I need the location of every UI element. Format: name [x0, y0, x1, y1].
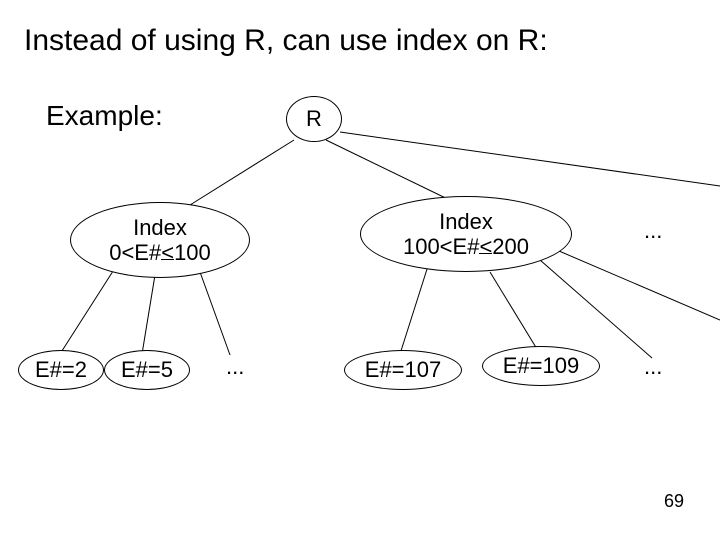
- index-right-node: Index 100<E#<200: [360, 196, 572, 272]
- root-node-label: R: [306, 106, 322, 131]
- ellipsis: ...: [226, 354, 244, 380]
- leaf-label: E#=2: [35, 357, 87, 382]
- page-title: Instead of using R, can use index on R:: [24, 24, 548, 58]
- index-right-text: Index 100<E#<200: [403, 209, 529, 260]
- index-left-text: Index 0<E#<100: [109, 215, 211, 266]
- leaf-node: E#=109: [482, 346, 600, 386]
- leaf-label: E#=107: [365, 357, 441, 382]
- leaf-node: E#=107: [344, 350, 462, 390]
- ellipsis: ...: [644, 218, 662, 244]
- ellipsis: ...: [644, 354, 662, 380]
- leaf-label: E#=5: [121, 357, 173, 382]
- index-left-node: Index 0<E#<100: [70, 202, 250, 278]
- root-node: R: [286, 96, 342, 142]
- leaf-node: E#=5: [104, 350, 190, 390]
- leaf-label: E#=109: [503, 353, 579, 378]
- leaf-node: E#=2: [18, 350, 104, 390]
- example-label: Example:: [46, 100, 163, 132]
- slide-number: 69: [664, 491, 684, 512]
